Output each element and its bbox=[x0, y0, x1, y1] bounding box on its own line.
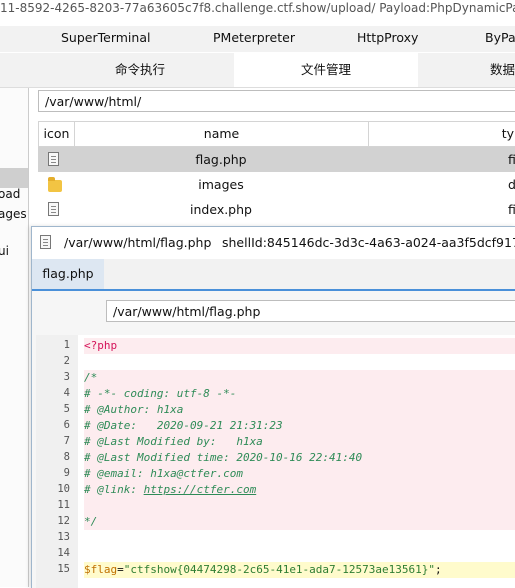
editor-title-bar: /var/www/html/flag.php shellId:845146dc-… bbox=[32, 227, 515, 259]
line-number: 2 bbox=[63, 355, 70, 367]
line-number: 1 bbox=[63, 339, 70, 351]
line-number: 5 bbox=[63, 403, 70, 415]
line-number: 15 bbox=[57, 563, 70, 575]
window-title: 11-8592-4265-8203-77a63605c7f8.challenge… bbox=[0, 1, 515, 15]
column-icon[interactable]: icon bbox=[39, 122, 75, 146]
file-type: fi bbox=[508, 202, 515, 217]
tree-selection bbox=[0, 168, 28, 188]
tree-item-upload[interactable]: oad bbox=[0, 187, 20, 201]
tab-superterminal[interactable]: SuperTerminal bbox=[61, 30, 150, 45]
code-line bbox=[84, 498, 515, 514]
line-number: 7 bbox=[63, 435, 70, 447]
file-type: fi bbox=[508, 152, 515, 167]
code-line: /* bbox=[84, 370, 515, 386]
flag-variable: $flag bbox=[84, 563, 118, 576]
flag-value: "ctfshow{04474298-2c65-41e1-ada7-12573ae… bbox=[123, 563, 436, 576]
column-type[interactable]: ty bbox=[369, 122, 515, 146]
line-number: 3 bbox=[63, 371, 70, 383]
tree-item-images[interactable]: ages bbox=[0, 207, 27, 221]
code-editor[interactable]: 1 2 3 4 5 6 7 8 9 10 11 12 13 14 15 <?ph… bbox=[36, 335, 515, 588]
tree-item-ui[interactable]: ui bbox=[0, 244, 9, 258]
editor-body: /var/www/html/flag.php 1 2 3 4 5 6 7 8 9… bbox=[32, 291, 515, 588]
line-number: 4 bbox=[63, 387, 70, 399]
line-number: 11 bbox=[57, 499, 70, 511]
plugin-tab-bar: SuperTerminal PMeterpreter HttpProxy ByP… bbox=[0, 26, 515, 52]
main-tab-bar: 命令执行 文件管理 数据 bbox=[0, 53, 515, 88]
table-row[interactable]: images d bbox=[38, 172, 515, 197]
directory-path-input[interactable]: /var/www/html/ bbox=[38, 90, 515, 112]
window-file-icon bbox=[40, 235, 51, 249]
column-name[interactable]: name bbox=[75, 122, 369, 146]
tab-data[interactable]: 数据 bbox=[490, 53, 515, 87]
file-editor-window: /var/www/html/flag.php shellId:845146dc-… bbox=[31, 226, 515, 588]
file-name: flag.php bbox=[195, 152, 247, 167]
line-number-gutter: 1 2 3 4 5 6 7 8 9 10 11 12 13 14 15 bbox=[36, 335, 78, 588]
editor-tab-bar: flag.php bbox=[32, 259, 515, 291]
tab-httpproxy[interactable]: HttpProxy bbox=[357, 30, 418, 45]
line-number: 13 bbox=[57, 531, 70, 543]
line-number: 6 bbox=[63, 419, 70, 431]
file-table: icon name ty flag.php fi images d index.… bbox=[38, 121, 515, 231]
flag-semicolon: ; bbox=[435, 563, 442, 576]
code-line: # -*- coding: utf-8 -*- bbox=[84, 386, 515, 402]
line-number: 10 bbox=[57, 483, 70, 495]
tab-file-manager[interactable]: 文件管理 bbox=[234, 53, 418, 87]
code-line: <?php bbox=[84, 338, 515, 354]
flag-equals: = bbox=[117, 563, 124, 576]
tab-command-exec[interactable]: 命令执行 bbox=[48, 53, 232, 87]
code-line-highlighted: $flag="ctfshow{04474298-2c65-41e1-ada7-1… bbox=[84, 562, 515, 578]
code-line: # @link: https://ctfer.com bbox=[84, 482, 515, 498]
folder-icon bbox=[48, 177, 62, 192]
tab-flag-php[interactable]: flag.php bbox=[32, 259, 104, 289]
code-line: */ bbox=[84, 514, 515, 530]
code-line: # @Last Modified time: 2020-10-16 22:41:… bbox=[84, 450, 515, 466]
editor-shell-id: shellId:845146dc-3d3c-4a63-a024-aa3f5dcf… bbox=[222, 235, 515, 250]
table-row[interactable]: index.php fi bbox=[38, 197, 515, 222]
code-text: # @link: bbox=[84, 483, 144, 496]
line-number: 14 bbox=[57, 547, 70, 559]
line-number: 9 bbox=[63, 467, 70, 479]
file-type: d bbox=[508, 177, 515, 192]
table-header: icon name ty bbox=[38, 121, 515, 147]
file-icon bbox=[48, 202, 59, 216]
file-name: index.php bbox=[190, 202, 252, 217]
tab-bypass[interactable]: ByPass bbox=[485, 30, 515, 45]
line-number: 12 bbox=[57, 515, 70, 527]
code-line: # @Author: h1xa bbox=[84, 402, 515, 418]
code-line: # @email: h1xa@ctfer.com bbox=[84, 466, 515, 482]
file-path-input[interactable]: /var/www/html/flag.php bbox=[106, 300, 515, 322]
line-number: 8 bbox=[63, 451, 70, 463]
directory-tree: oad ages ui bbox=[0, 88, 29, 587]
file-icon bbox=[48, 152, 59, 166]
table-row[interactable]: flag.php fi bbox=[38, 147, 515, 172]
code-link[interactable]: https://ctfer.com bbox=[144, 483, 257, 496]
code-line: # @Date: 2020-09-21 21:31:23 bbox=[84, 418, 515, 434]
tab-pmeterpreter[interactable]: PMeterpreter bbox=[213, 30, 295, 45]
file-name: images bbox=[198, 177, 244, 192]
editor-title-path: /var/www/html/flag.php bbox=[64, 235, 212, 250]
code-line: # @Last Modified by: h1xa bbox=[84, 434, 515, 450]
